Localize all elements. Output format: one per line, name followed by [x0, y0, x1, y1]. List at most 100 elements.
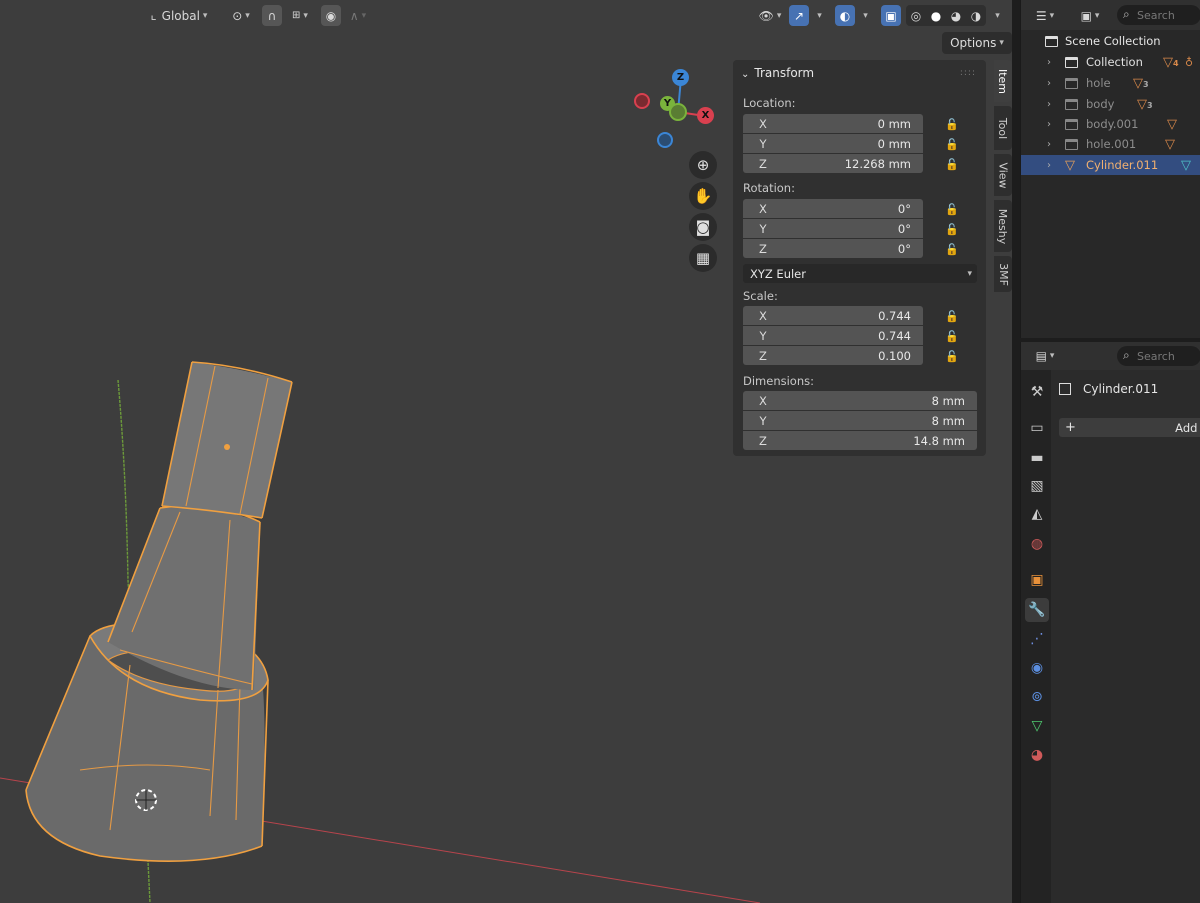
scene-tab[interactable]: ◭ [1025, 502, 1049, 526]
outliner-item-hole-001[interactable]: › hole.001 ▽ [1021, 134, 1200, 154]
display-mode-dropdown[interactable]: ▣ ▾ [1073, 5, 1107, 26]
dimensions-z-field[interactable]: Z 14.8 mm [743, 431, 977, 450]
gizmo-neg-x-axis[interactable] [634, 93, 650, 109]
chevron-down-icon: ▾ [303, 10, 308, 21]
scale-x-field[interactable]: X 0.744 [743, 306, 923, 325]
render-tab[interactable]: ▭ [1025, 416, 1049, 440]
location-y-field[interactable]: Y 0 mm [743, 134, 923, 153]
gizmo-z-label: Z [676, 72, 685, 83]
selected-object[interactable] [25, 361, 293, 862]
chevron-right-icon[interactable]: › [1047, 78, 1051, 89]
outliner-item-body[interactable]: › body ▽3 [1021, 94, 1200, 114]
data-tab[interactable]: ▽ [1025, 714, 1049, 738]
field-value: 12.268 mm [844, 156, 911, 171]
rendered-shading-icon[interactable]: ◑ [971, 9, 981, 23]
object-tab[interactable]: ▣ [1025, 568, 1049, 592]
gizmo-z-axis[interactable]: Z [672, 69, 689, 86]
proportional-editing-toggle[interactable]: ◉ [321, 5, 341, 26]
gizmo-toggle[interactable]: ↗ [789, 5, 809, 26]
chevron-right-icon[interactable]: › [1047, 99, 1051, 110]
transform-title: Transform [754, 66, 815, 80]
lock-location-y-icon[interactable]: 🔓 [945, 138, 959, 151]
chevron-right-icon[interactable]: › [1047, 139, 1051, 150]
properties-search-input[interactable]: ⌕ Search [1117, 346, 1200, 366]
shading-dropdown[interactable]: ▾ [988, 5, 1004, 26]
tool-tab[interactable]: ⚒ [1025, 380, 1049, 404]
overlays-dropdown[interactable]: ▾ [856, 5, 872, 26]
lock-rotation-z-icon[interactable]: 🔓 [945, 243, 959, 256]
outliner-item-hole[interactable]: › hole ▽3 [1021, 73, 1200, 93]
lock-scale-z-icon[interactable]: 🔓 [945, 350, 959, 363]
pan-button[interactable]: ✋ [689, 182, 717, 210]
transform-panel-header[interactable]: ⌄ Transform [741, 66, 814, 80]
scale-z-field[interactable]: Z 0.100 [743, 346, 923, 365]
navigation-gizmo[interactable]: Z Y X [630, 66, 720, 152]
dimensions-y-field[interactable]: Y 8 mm [743, 411, 977, 430]
outliner-item-collection[interactable]: › Collection ▽4 ♁ [1021, 52, 1200, 72]
chevron-right-icon[interactable]: › [1047, 57, 1051, 68]
3d-viewport[interactable]: ⌞ Global ▾ ⊙ ▾ ∩ ⊞ ▾ ◉ ∧ ▾ 👁 ▾ ↗ ▾ ◐ ▾ ▣… [0, 0, 1012, 903]
outliner-item-body-001[interactable]: › body.001 ▽ [1021, 114, 1200, 134]
location-x-field[interactable]: X 0 mm [743, 114, 923, 133]
physics-tab[interactable]: ◉ [1025, 656, 1049, 680]
perspective-toggle-button[interactable]: ▦ [689, 244, 717, 272]
lock-rotation-y-icon[interactable]: 🔓 [945, 223, 959, 236]
tab-3mf[interactable]: 3MF [994, 256, 1012, 292]
lock-rotation-x-icon[interactable]: 🔓 [945, 203, 959, 216]
gizmo-x-axis[interactable]: X [697, 107, 714, 124]
rotation-x-field[interactable]: X 0° [743, 199, 923, 218]
output-tab[interactable]: ▬ [1025, 446, 1049, 470]
snap-toggle[interactable]: ∩ [262, 5, 282, 26]
transform-orientation-dropdown[interactable]: ⌞ Global ▾ [140, 5, 218, 26]
modifier-tab[interactable]: 🔧 [1025, 598, 1049, 622]
field-value: 0° [897, 241, 911, 256]
options-dropdown[interactable]: Options ▾ [942, 32, 1012, 54]
lock-scale-x-icon[interactable]: 🔓 [945, 310, 959, 323]
tab-label: 3MF [996, 262, 1010, 286]
overlays-toggle[interactable]: ◐ [835, 5, 855, 26]
editor-type-dropdown[interactable]: ☰ ▾ [1029, 5, 1061, 26]
outliner-search-input[interactable]: ⌕ Search [1117, 5, 1200, 25]
visibility-dropdown[interactable]: 👁 ▾ [752, 5, 788, 26]
world-tab[interactable]: ◍ [1025, 532, 1049, 556]
tab-tool[interactable]: Tool [994, 106, 1012, 150]
material-tab[interactable]: ◕ [1025, 743, 1049, 767]
dimensions-x-field[interactable]: X 8 mm [743, 391, 977, 410]
rotation-z-field[interactable]: Z 0° [743, 239, 923, 258]
lock-scale-y-icon[interactable]: 🔓 [945, 330, 959, 343]
pivot-point-dropdown[interactable]: ⊙ ▾ [226, 5, 256, 26]
tab-item[interactable]: Item [994, 60, 1012, 102]
constraints-tab[interactable]: ⊚ [1025, 685, 1049, 709]
wireframe-shading-icon[interactable]: ◎ [911, 9, 921, 23]
lock-location-x-icon[interactable]: 🔓 [945, 118, 959, 131]
scale-y-field[interactable]: Y 0.744 [743, 326, 923, 345]
tab-view[interactable]: View [994, 154, 1012, 196]
material-icon: ♁ [1185, 55, 1194, 69]
snap-target-dropdown[interactable]: ⊞ ▾ [284, 5, 316, 26]
lock-location-z-icon[interactable]: 🔓 [945, 158, 959, 171]
zoom-button[interactable]: ⊕ [689, 151, 717, 179]
particles-tab[interactable]: ⋰ [1025, 627, 1049, 651]
view-layer-tab[interactable]: ▧ [1025, 474, 1049, 498]
chevron-right-icon[interactable]: › [1047, 160, 1051, 171]
material-shading-icon[interactable]: ◕ [951, 9, 961, 23]
camera-view-button[interactable]: ◙ [689, 213, 717, 241]
scene-collection-row[interactable]: Scene Collection [1021, 31, 1200, 51]
world-icon: ◍ [1030, 536, 1044, 552]
gizmo-neg-z-axis[interactable] [657, 132, 673, 148]
gizmo-dropdown[interactable]: ▾ [810, 5, 826, 26]
tab-meshy[interactable]: Meshy [994, 200, 1012, 252]
xray-toggle[interactable]: ▣ [881, 5, 901, 26]
eye-icon: 👁 [758, 8, 774, 23]
add-modifier-button[interactable]: + Add M [1059, 418, 1200, 437]
gizmo-neg-y-axis[interactable] [669, 103, 687, 121]
location-z-field[interactable]: Z 12.268 mm [743, 154, 923, 173]
rotation-y-field[interactable]: Y 0° [743, 219, 923, 238]
editor-type-dropdown[interactable]: ▤ ▾ [1029, 345, 1061, 366]
falloff-dropdown[interactable]: ∧ ▾ [343, 5, 373, 26]
outliner-item-cylinder-011[interactable]: › ▽ Cylinder.011 ▽ [1021, 155, 1200, 175]
drag-grip-icon[interactable]: :::: [960, 68, 976, 78]
chevron-right-icon[interactable]: › [1047, 119, 1051, 130]
rotation-mode-select[interactable]: XYZ Euler ▾ [743, 264, 977, 283]
solid-shading-icon[interactable]: ● [931, 9, 941, 23]
